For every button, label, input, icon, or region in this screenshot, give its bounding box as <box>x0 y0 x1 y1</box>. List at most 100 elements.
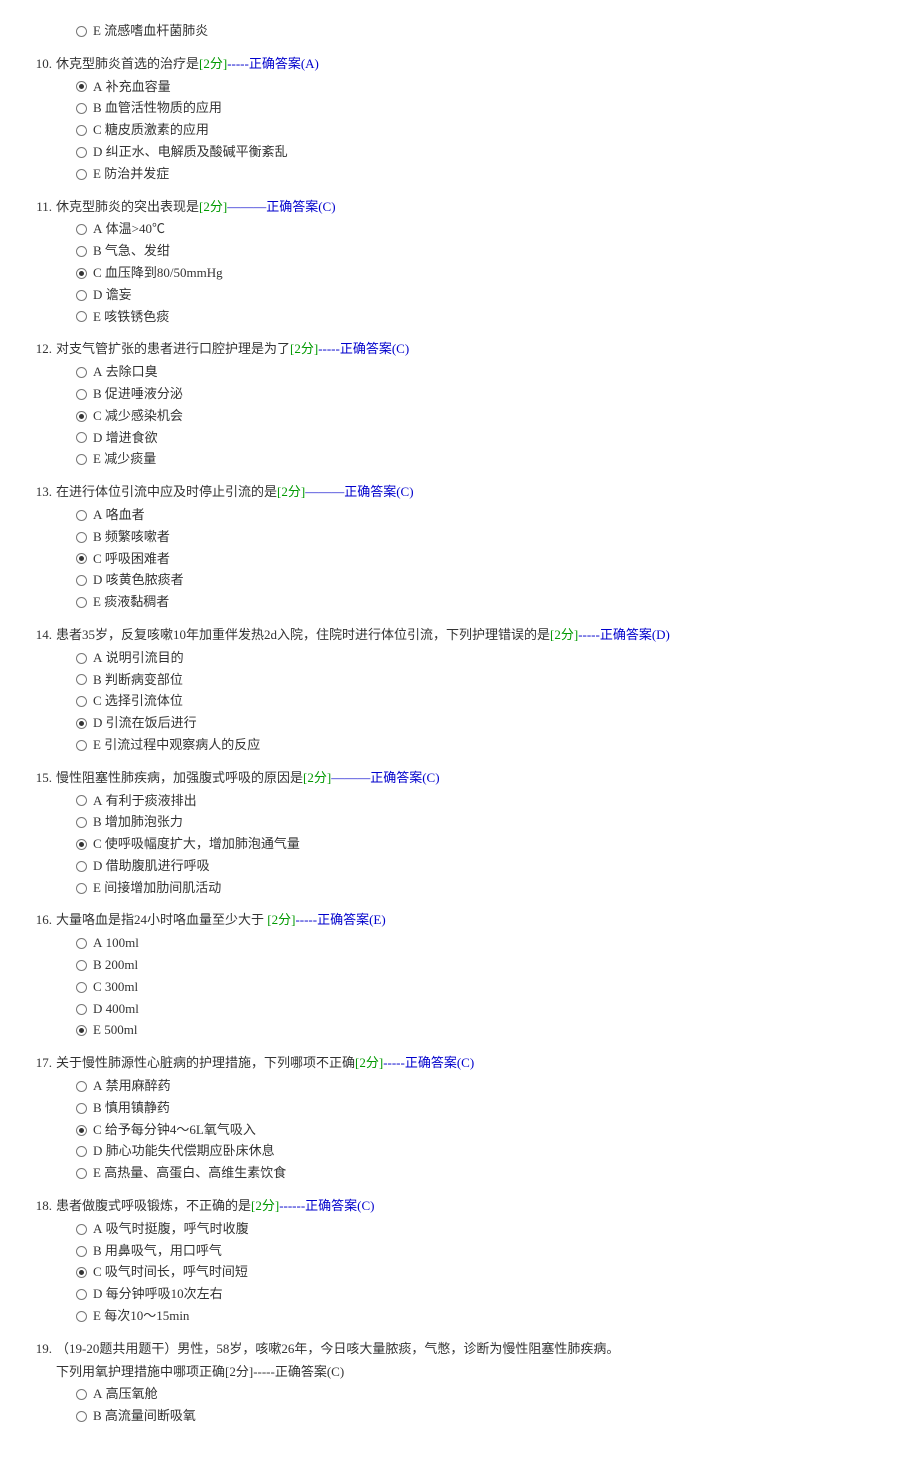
radio-icon[interactable] <box>76 1125 87 1136</box>
radio-icon[interactable] <box>76 1389 87 1400</box>
radio-icon[interactable] <box>76 1146 87 1157</box>
option-row[interactable]: A 补充血容量 <box>76 77 900 98</box>
radio-icon[interactable] <box>76 224 87 235</box>
radio-icon[interactable] <box>76 861 87 872</box>
radio-icon[interactable] <box>76 432 87 443</box>
radio-icon[interactable] <box>76 839 87 850</box>
radio-icon[interactable] <box>76 718 87 729</box>
radio-icon[interactable] <box>76 367 87 378</box>
option-row[interactable]: C 呼吸困难者 <box>76 549 900 570</box>
option-row[interactable]: D 借助腹肌进行呼吸 <box>76 856 900 877</box>
radio-icon[interactable] <box>76 740 87 751</box>
option-row[interactable]: B 慎用镇静药 <box>76 1098 900 1119</box>
radio-icon[interactable] <box>76 696 87 707</box>
radio-icon[interactable] <box>76 1411 87 1422</box>
radio-icon[interactable] <box>76 311 87 322</box>
option-letter: E <box>93 1163 101 1184</box>
radio-icon[interactable] <box>76 1103 87 1114</box>
option-row[interactable]: C 给予每分钟4～6L氧气吸入 <box>76 1120 900 1141</box>
radio-icon[interactable] <box>76 575 87 586</box>
option-row[interactable]: A 吸气时挺腹，呼气时收腹 <box>76 1219 900 1240</box>
option-row[interactable]: E 间接增加肋间肌活动 <box>76 878 900 899</box>
option-row[interactable]: E 高热量、高蛋白、高维生素饮食 <box>76 1163 900 1184</box>
option-row[interactable]: E 咳铁锈色痰 <box>76 307 900 328</box>
option-row[interactable]: D 纠正水、电解质及酸碱平衡紊乱 <box>76 142 900 163</box>
option-row[interactable]: D 增进食欲 <box>76 428 900 449</box>
radio-icon[interactable] <box>76 1246 87 1257</box>
option-row[interactable]: B 用鼻吸气，用口呼气 <box>76 1241 900 1262</box>
option-row[interactable]: C 使呼吸幅度扩大，增加肺泡通气量 <box>76 834 900 855</box>
radio-icon[interactable] <box>76 883 87 894</box>
radio-icon[interactable] <box>76 1081 87 1092</box>
question-number: 13. <box>28 482 52 503</box>
radio-icon[interactable] <box>76 1267 87 1278</box>
option-row[interactable]: A 说明引流目的 <box>76 648 900 669</box>
option-row[interactable]: A 禁用麻醉药 <box>76 1076 900 1097</box>
radio-icon[interactable] <box>76 290 87 301</box>
radio-icon[interactable] <box>76 1224 87 1235</box>
radio-icon[interactable] <box>76 795 87 806</box>
option-letter: E <box>93 592 101 613</box>
radio-icon[interactable] <box>76 653 87 664</box>
radio-icon[interactable] <box>76 246 87 257</box>
option-row[interactable]: C 300ml <box>76 977 900 998</box>
option-row[interactable]: D 谵妄 <box>76 285 900 306</box>
option-text: 呼吸困难者 <box>105 549 170 570</box>
question: 10.休克型肺炎首选的治疗是[2分]-----正确答案(A)A 补充血容量B 血… <box>56 54 900 185</box>
radio-icon[interactable] <box>76 389 87 400</box>
option-row[interactable]: E 引流过程中观察病人的反应 <box>76 735 900 756</box>
option-row[interactable]: D 400ml <box>76 999 900 1020</box>
option-row[interactable]: C 选择引流体位 <box>76 691 900 712</box>
radio-icon[interactable] <box>76 411 87 422</box>
option-row[interactable]: E 500ml <box>76 1020 900 1041</box>
option-row[interactable]: B 增加肺泡张力 <box>76 812 900 833</box>
radio-icon[interactable] <box>76 553 87 564</box>
option-row[interactable]: C 血压降到80/50mmHg <box>76 263 900 284</box>
option-row[interactable]: B 血管活性物质的应用 <box>76 98 900 119</box>
radio-icon[interactable] <box>76 1168 87 1179</box>
radio-icon[interactable] <box>76 1311 87 1322</box>
option-row[interactable]: D 肺心功能失代偿期应卧床休息 <box>76 1141 900 1162</box>
radio-icon[interactable] <box>76 125 87 136</box>
option-row[interactable]: D 引流在饭后进行 <box>76 713 900 734</box>
radio-icon[interactable] <box>76 268 87 279</box>
option-row[interactable]: B 频繁咳嗽者 <box>76 527 900 548</box>
radio-icon[interactable] <box>76 103 87 114</box>
radio-icon[interactable] <box>76 169 87 180</box>
option-row[interactable]: C 糖皮质激素的应用 <box>76 120 900 141</box>
radio-icon[interactable] <box>76 674 87 685</box>
option-row[interactable]: E 减少痰量 <box>76 449 900 470</box>
radio-icon[interactable] <box>76 1289 87 1300</box>
option-row[interactable]: E 痰液黏稠者 <box>76 592 900 613</box>
option-row[interactable]: A 高压氧舱 <box>76 1384 900 1405</box>
option-row[interactable]: D 咳黄色脓痰者 <box>76 570 900 591</box>
option-row[interactable]: C 减少感染机会 <box>76 406 900 427</box>
option-row[interactable]: E 每次10～15min <box>76 1306 900 1327</box>
radio-icon[interactable] <box>76 1025 87 1036</box>
radio-icon[interactable] <box>76 147 87 158</box>
radio-icon[interactable] <box>76 960 87 971</box>
radio-icon[interactable] <box>76 982 87 993</box>
radio-icon[interactable] <box>76 454 87 465</box>
option-row[interactable]: E 流感嗜血杆菌肺炎 <box>76 21 900 42</box>
radio-icon[interactable] <box>76 81 87 92</box>
option-row[interactable]: E 防治并发症 <box>76 164 900 185</box>
radio-icon[interactable] <box>76 938 87 949</box>
radio-icon[interactable] <box>76 510 87 521</box>
option-row[interactable]: A 有利于痰液排出 <box>76 791 900 812</box>
option-row[interactable]: A 去除口臭 <box>76 362 900 383</box>
option-row[interactable]: B 气急、发绀 <box>76 241 900 262</box>
option-row[interactable]: B 高流量间断吸氧 <box>76 1406 900 1427</box>
option-row[interactable]: A 咯血者 <box>76 505 900 526</box>
option-row[interactable]: B 200ml <box>76 955 900 976</box>
radio-icon[interactable] <box>76 597 87 608</box>
option-row[interactable]: A 100ml <box>76 933 900 954</box>
radio-icon[interactable] <box>76 532 87 543</box>
radio-icon[interactable] <box>76 1004 87 1015</box>
option-row[interactable]: B 判断病变部位 <box>76 670 900 691</box>
option-row[interactable]: A 体温>40℃ <box>76 219 900 240</box>
option-row[interactable]: B 促进唾液分泌 <box>76 384 900 405</box>
radio-icon[interactable] <box>76 817 87 828</box>
radio-icon[interactable] <box>76 26 87 37</box>
option-row[interactable]: C 吸气时间长，呼气时间短 <box>76 1262 900 1283</box>
